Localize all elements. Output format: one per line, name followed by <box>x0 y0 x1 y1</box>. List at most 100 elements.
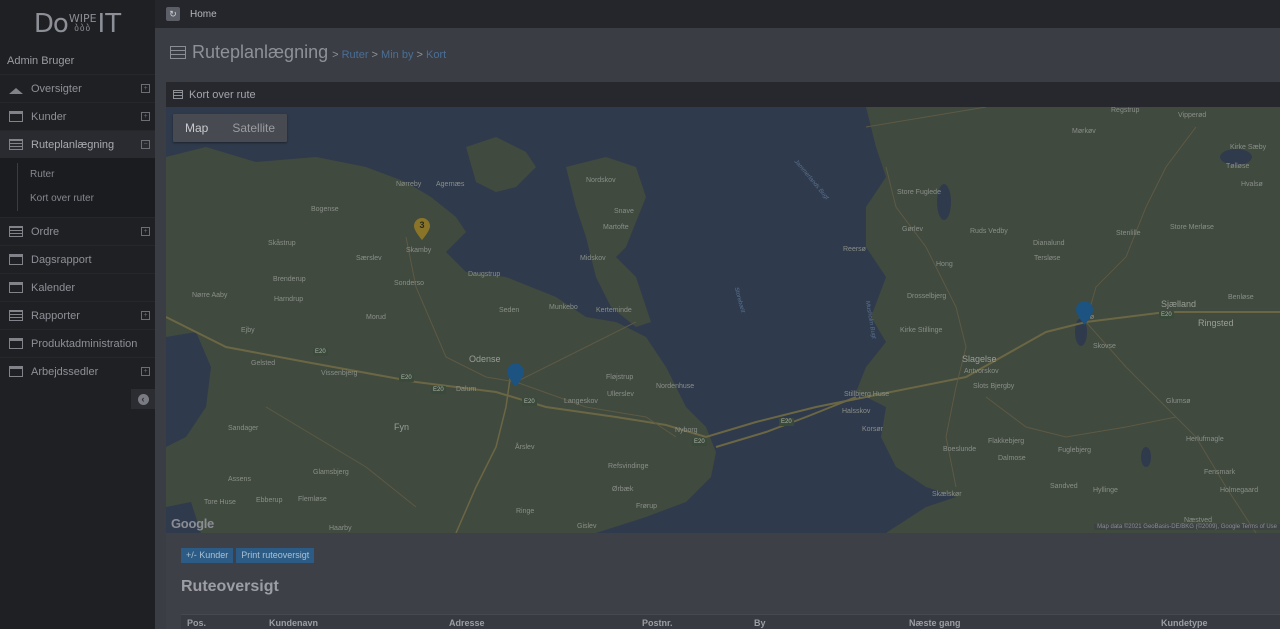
breadcrumb-min-by[interactable]: Min by <box>381 49 413 61</box>
sidebar-item-label: Kunder <box>31 110 67 123</box>
map-label: Assens <box>228 476 251 483</box>
map-label: Gørlev <box>902 226 923 233</box>
map-label: Langeskov <box>564 398 598 405</box>
sidebar-subitem-ruter[interactable]: Ruter <box>0 163 155 187</box>
map-type-satellite-button[interactable]: Satellite <box>220 114 287 142</box>
road-shield: E20 <box>399 374 414 382</box>
refresh-icon[interactable]: ↻ <box>166 7 180 21</box>
sidebar-subitem-kort-over-ruter[interactable]: Kort over ruter <box>0 187 155 211</box>
column-header-kundenavn[interactable]: Kundenavn <box>269 618 318 628</box>
column-header-pos[interactable]: Pos. <box>187 618 206 628</box>
map-label: Refsvindinge <box>608 463 649 470</box>
map-label: Ruds Vedby <box>970 228 1008 235</box>
sidebar-collapse-button[interactable]: ‹ <box>131 389 155 409</box>
print-route-overview-button[interactable]: Print ruteoversigt <box>236 548 315 563</box>
road-shield: E20 <box>692 438 707 446</box>
toggle-customers-button[interactable]: +/- Kunder <box>181 548 234 563</box>
map-label: Sandager <box>228 425 259 432</box>
sidebar-item-produktadministration[interactable]: Produktadministration <box>0 329 155 357</box>
map-label: Skåstrup <box>268 240 296 247</box>
expand-icon: + <box>141 227 150 236</box>
column-header-by[interactable]: By <box>754 618 766 628</box>
breadcrumb-ruter[interactable]: Ruter <box>342 49 369 61</box>
map-label: Ringe <box>516 508 535 515</box>
map-type-map-button[interactable]: Map <box>173 114 220 142</box>
map-label: Dalmose <box>998 455 1026 462</box>
breadcrumb: > Ruter > Min by > Kort <box>332 49 446 61</box>
table-icon <box>9 226 23 237</box>
breadcrumb-sep: > <box>332 49 342 61</box>
sidebar-item-arbejdssedler[interactable]: Arbejdssedler + <box>0 357 155 385</box>
logo-it: IT <box>97 9 122 39</box>
map-attribution[interactable]: Map data ©2021 GeoBasis-DE/BKG (©2009), … <box>1094 524 1280 530</box>
map-label: Årslev <box>515 444 535 451</box>
road-shield: E20 <box>1159 311 1174 319</box>
map-label: Skovse <box>1093 343 1116 350</box>
map-label: Sjælland <box>1161 299 1197 309</box>
marker-pin-icon <box>1076 301 1093 325</box>
map-label: Skamby <box>406 247 432 254</box>
map-label: Kerteminde <box>596 307 632 314</box>
map-label: Frørup <box>636 503 657 510</box>
google-logo: Google <box>171 516 214 531</box>
map-label: Mørkøv <box>1072 128 1096 135</box>
map-label: Stillbjerg Huse <box>844 391 890 398</box>
map-label: Kirke Sæby <box>1230 144 1267 151</box>
map-label: Bogense <box>311 206 339 213</box>
expand-icon: + <box>141 112 150 121</box>
map-label: Fløjstrup <box>606 374 634 381</box>
map-label: Snave <box>614 208 634 215</box>
map-label: Brenderup <box>273 276 306 283</box>
logo-do: Do <box>33 9 69 39</box>
panel-header: Kort over rute <box>166 82 1280 107</box>
map-label: Særslev <box>356 255 382 262</box>
column-header-naeste-gang[interactable]: Næste gang <box>909 618 961 628</box>
map-label: Slagelse <box>962 354 997 364</box>
sidebar-item-oversigter[interactable]: Oversigter + <box>0 74 155 102</box>
map[interactable]: Map Satellite Nørreby Agernæs Bogense Sk… <box>166 107 1280 533</box>
card-icon <box>9 282 23 293</box>
sidebar-item-dagsrapport[interactable]: Dagsrapport <box>0 245 155 273</box>
topbar: ↻ Home <box>155 0 1280 28</box>
map-label: Regstrup <box>1111 107 1140 114</box>
home-link[interactable]: Home <box>190 9 217 20</box>
card-icon <box>9 338 23 349</box>
expand-icon: + <box>141 311 150 320</box>
sidebar-item-ruteplanlaegning[interactable]: Ruteplanlægning − <box>0 130 155 158</box>
collapse-icon: − <box>141 140 150 149</box>
sidebar-item-label: Arbejdssedler <box>31 365 99 378</box>
home-icon <box>9 83 23 94</box>
map-label: Nyborg <box>675 427 698 434</box>
breadcrumb-kort[interactable]: Kort <box>426 49 446 61</box>
breadcrumb-sep: > <box>368 49 382 61</box>
column-header-postnr[interactable]: Postnr. <box>642 618 673 628</box>
map-label: Sonderso <box>394 280 424 287</box>
map-label: Fyn <box>394 422 410 432</box>
map-label: Dalum <box>456 386 477 393</box>
logo[interactable]: Do WIPE ბბბ IT <box>0 0 155 48</box>
map-label: Boeslunde <box>943 446 977 453</box>
map-label: Ørbæk <box>612 486 634 493</box>
map-label: Vissenbjerg <box>321 370 358 377</box>
road-shield: E20 <box>313 348 328 356</box>
sidebar-item-rapporter[interactable]: Rapporter + <box>0 301 155 329</box>
user-name[interactable]: Admin Bruger <box>0 48 155 74</box>
column-header-kundetype[interactable]: Kundetype <box>1161 618 1208 628</box>
map-label: Antvorskov <box>964 368 999 375</box>
marker-pin-icon <box>507 363 524 387</box>
map-label: Drosselbjerg <box>907 293 947 300</box>
map-label: Holmegaard <box>1220 487 1259 494</box>
table-header: Pos. Kundenavn Adresse Postnr. By Næste … <box>181 614 1280 629</box>
sidebar-item-ordre[interactable]: Ordre + <box>0 217 155 245</box>
map-label: Dianalund <box>1033 240 1065 247</box>
breadcrumb-sep: > <box>413 49 426 61</box>
column-header-adresse[interactable]: Adresse <box>449 618 485 628</box>
map-label: Sandved <box>1050 483 1078 490</box>
sidebar-item-label: Oversigter <box>31 82 82 95</box>
card-icon <box>9 366 23 377</box>
sidebar-item-kalender[interactable]: Kalender <box>0 273 155 301</box>
sidebar-item-kunder[interactable]: Kunder + <box>0 102 155 130</box>
table-icon <box>170 46 186 59</box>
map-label: Daugstrup <box>468 271 501 278</box>
road-shield: E20 <box>779 418 794 426</box>
